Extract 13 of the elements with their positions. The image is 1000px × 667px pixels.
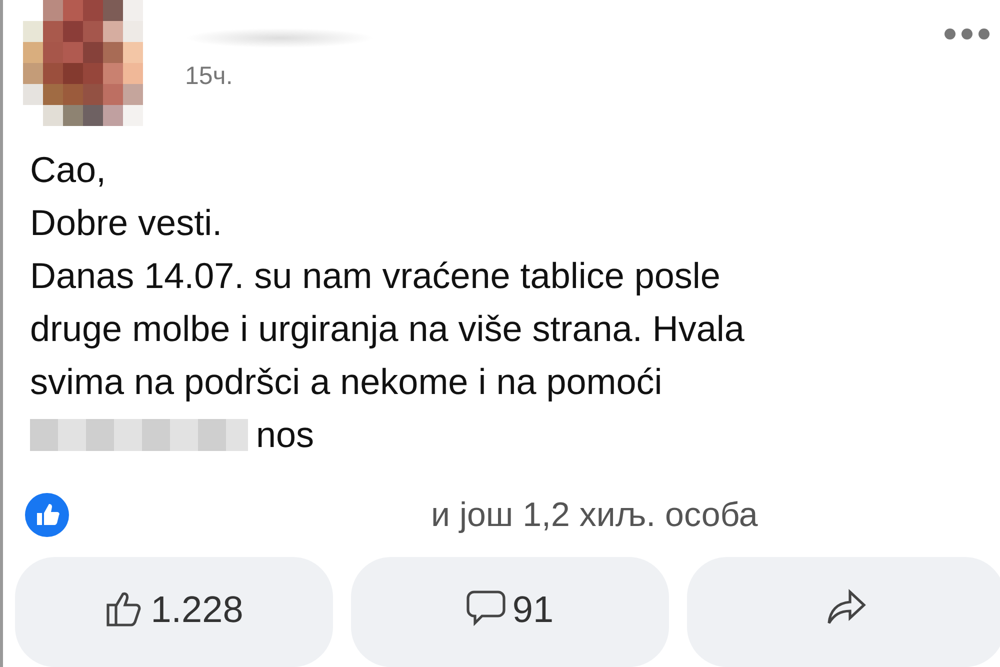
post-text-line: Danas 14.07. su nam vraćene tablice posle (30, 254, 722, 298)
speech-bubble-icon (466, 589, 506, 627)
post-text-line: Cao, (30, 148, 108, 192)
post-text-line: Dobre vesti. (30, 201, 224, 246)
reactions-summary[interactable]: и још 1,2 хиљ. особа (431, 496, 758, 535)
post-text-line: nos (256, 413, 314, 458)
comment-button[interactable]: 91 (351, 557, 669, 667)
post-text-line: druge molbe i urgiranja na više strana. Hvala (30, 307, 746, 352)
more-options-icon[interactable] (944, 28, 990, 40)
like-button[interactable]: 1.228 (15, 557, 333, 667)
post-time: 15ч. (185, 62, 234, 91)
like-icon[interactable] (25, 493, 69, 538)
post-text-line: svima na podršci a nekome i na pomoći (30, 360, 664, 404)
